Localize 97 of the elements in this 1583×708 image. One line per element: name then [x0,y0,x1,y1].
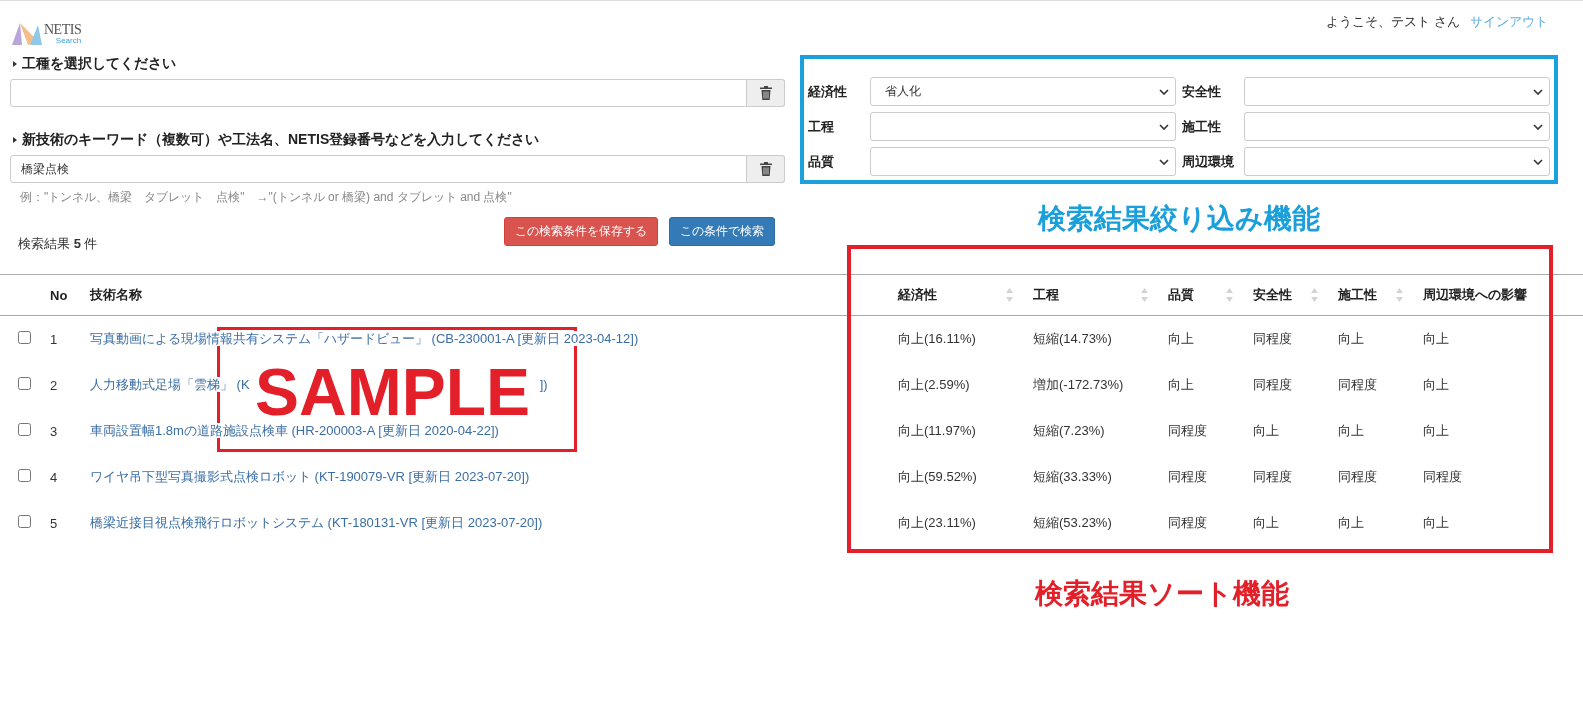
clear-button[interactable] [747,155,785,183]
filter-label: 周辺環境 [1182,152,1235,171]
column-header[interactable]: 工程 [1033,286,1059,304]
sort-icon[interactable] [1141,288,1148,302]
technology-link[interactable]: ]) [539,377,548,392]
technology-link[interactable]: 写真動画による現場情報共有システム「ハザードビュー」 (CB-230001-A [更新日 2023-04-12]) [90,331,639,346]
filter-select[interactable] [1244,147,1550,176]
table-cell: 向上 [1423,377,1449,392]
chevron-icon [1159,88,1169,95]
table-cell: 向上(11.97%) [898,423,976,438]
sort-icon[interactable] [1311,288,1318,302]
filter-select[interactable]: 省人化 [870,77,1176,106]
table-cell: 向上 [1168,377,1194,392]
row-checkbox[interactable] [18,377,31,390]
column-header[interactable]: 品質 [1168,286,1194,304]
table-cell: 短縮(33.33%) [1033,469,1112,484]
column-header[interactable]: 経済性 [898,286,937,304]
clear-button[interactable] [747,79,785,107]
table-cell: 向上 [1253,423,1279,438]
row-number: 1 [50,331,58,347]
table-cell: 向上 [1423,423,1449,438]
table-cell: 増加(-172.73%) [1033,377,1124,392]
table-cell: 向上 [1338,331,1364,346]
chevron-icon [1159,158,1169,165]
table-cell: 向上(23.11%) [898,515,976,530]
technology-link[interactable]: 橋梁近接目視点検飛行ロボットシステム (KT-180131-VR [更新日 2023-07-20]) [90,515,543,530]
result-count: 検索結果 5 件 [18,235,98,253]
annotation-caption: 検索結果ソート機能 [1035,577,1289,611]
sort-icon[interactable] [1226,288,1233,302]
table-cell: 同程度 [1338,377,1377,392]
column-header[interactable]: 安全性 [1253,286,1292,304]
column-header[interactable]: 施工性 [1338,286,1377,304]
row-checkbox[interactable] [18,515,31,528]
technology-link[interactable]: ワイヤ吊下型写真撮影式点検ロボット (KT-190079-VR [更新日 2023-07-20]) [90,469,530,484]
column-header[interactable]: No [50,287,68,303]
filter-label: 施工性 [1182,117,1222,136]
filter-select[interactable] [870,147,1176,176]
table-cell: 向上(59.52%) [898,469,977,484]
row-number: 2 [50,377,58,393]
row-checkbox[interactable] [18,423,31,436]
table-cell: 同程度 [1338,469,1377,484]
table-cell: 同程度 [1253,331,1292,346]
table-cell: 向上(2.59%) [898,377,970,392]
section-label: 工種を選択してください [10,55,785,75]
filter-select[interactable] [1244,77,1550,106]
table-cell: 同程度 [1168,469,1207,484]
row-number: 4 [50,469,58,485]
logo-icon [12,21,42,45]
table-cell: 向上(16.11%) [898,331,976,346]
sample-label: SAMPLE [255,359,531,425]
technology-link[interactable]: 人力移動式足場「雲梯」 (K [90,377,250,392]
chevron-icon [1533,123,1543,130]
filter-label: 工程 [808,117,835,136]
table-cell: 向上 [1338,515,1364,530]
table-cell: 短縮(14.73%) [1033,331,1112,346]
table-cell: 向上 [1168,331,1194,346]
filter-select[interactable] [1244,112,1550,141]
section-label: 新技術のキーワード（複数可）や工法名、NETIS登録番号などを入力してください [10,131,785,151]
technology-link[interactable]: 車両設置幅1.8mの道路施設点検車 (HR-200003-A [更新日 2020-04-22]) [90,423,499,438]
logo-subtitle: Search [55,37,82,45]
table-cell: 向上 [1338,423,1364,438]
logo[interactable]: NETIS Search [12,21,82,45]
sort-icon[interactable] [1396,288,1403,302]
annotation-caption: 検索結果絞り込み機能 [1038,202,1320,236]
chevron-icon [1159,123,1169,130]
category-field[interactable] [10,79,747,107]
row-number: 5 [50,515,58,531]
search-button[interactable]: この条件で検索 [669,217,775,246]
trash-icon[interactable] [759,162,772,176]
table-cell: 同程度 [1253,377,1292,392]
chevron-icon [1533,88,1543,95]
sort-icon[interactable] [1006,288,1013,302]
save-search-button[interactable]: この検索条件を保存する [504,217,658,246]
column-header[interactable]: 周辺環境への影響 [1423,286,1527,304]
row-checkbox[interactable] [18,331,31,344]
trash-icon[interactable] [759,86,772,100]
column-header[interactable]: 技術名称 [90,286,142,304]
logo-name: NETIS [44,23,82,37]
example-hint: 例："トンネル、橋梁 タブレット 点検" →"(トンネル or 橋梁) and タブレット and 点検" [20,189,513,206]
keyword-field[interactable]: 橋梁点検 [10,155,747,183]
filter-label: 品質 [808,152,835,171]
table-cell: 同程度 [1423,469,1462,484]
table-cell: 同程度 [1253,469,1292,484]
table-cell: 向上 [1253,515,1279,530]
table-cell: 向上 [1423,331,1449,346]
table-cell: 向上 [1423,515,1449,530]
filter-label: 安全性 [1182,82,1222,101]
filter-label: 経済性 [808,82,848,101]
row-checkbox[interactable] [18,469,31,482]
greeting: ようこそ、テスト さん [1326,13,1460,31]
row-number: 3 [50,423,58,439]
table-cell: 同程度 [1168,423,1207,438]
table-cell: 短縮(53.23%) [1033,515,1112,530]
chevron-icon [1533,158,1543,165]
filter-select[interactable] [870,112,1176,141]
table-cell: 同程度 [1168,515,1207,530]
table-cell: 短縮(7.23%) [1033,423,1105,438]
